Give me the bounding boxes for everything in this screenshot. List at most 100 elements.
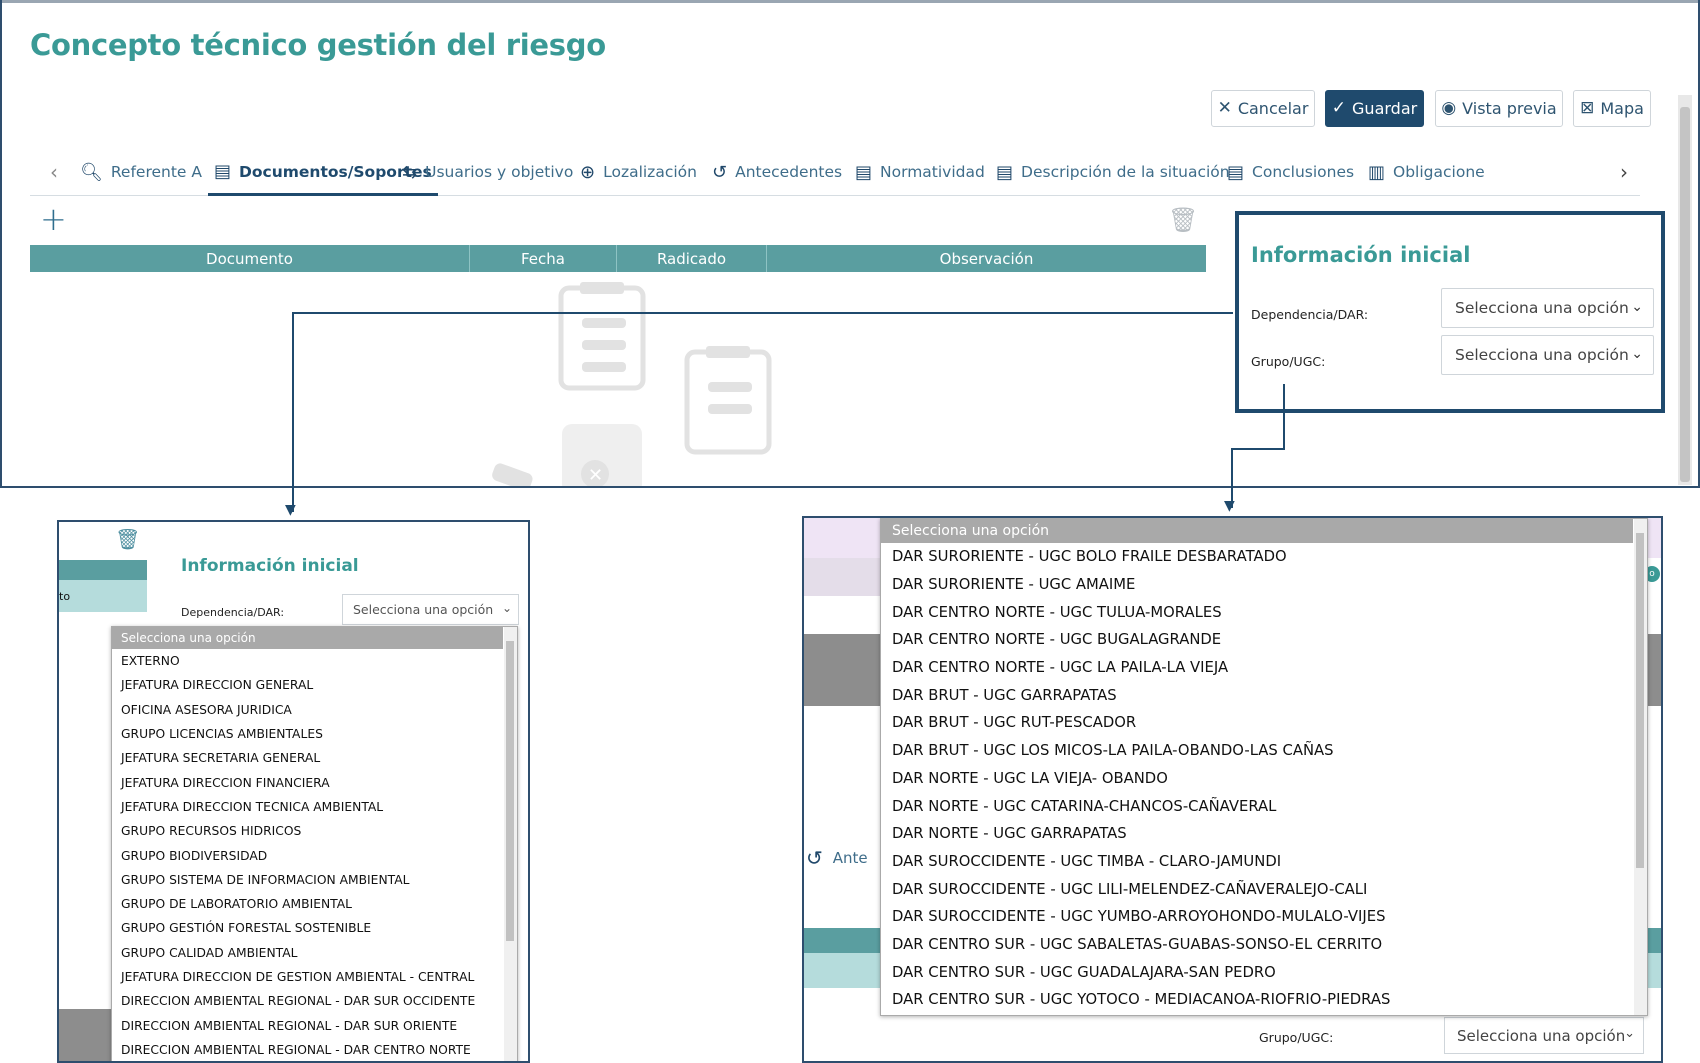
save-button[interactable]: ✓ Guardar	[1325, 90, 1424, 127]
list-item[interactable]: DAR BRUT - UGC RUT-PESCADOR	[881, 709, 1633, 737]
list-item[interactable]: GRUPO RECURSOS HIDRICOS	[112, 819, 503, 843]
preview-button[interactable]: ◉ Vista previa	[1435, 90, 1563, 127]
table-header-fragment	[59, 560, 147, 580]
list-item[interactable]: GRUPO LICENCIAS AMBIENTALES	[112, 722, 503, 746]
dropdown-scrollbar[interactable]	[1634, 519, 1647, 1015]
target-icon: ⊕	[580, 161, 596, 183]
tab-label: Referente A	[110, 163, 202, 181]
list-item[interactable]: DAR CENTRO SUR - UGC YOTOCO - MEDIACANOA…	[881, 986, 1633, 1014]
dependencia-label: Dependencia/DAR:	[181, 606, 285, 619]
scrollbar-thumb[interactable]	[1636, 533, 1644, 868]
trash-icon[interactable]: 🗑︎	[115, 527, 140, 551]
col-observacion[interactable]: Observación	[767, 245, 1206, 272]
dropdown-placeholder-option[interactable]: Selecciona una opción	[112, 627, 503, 649]
tab-label: Normatividad	[880, 163, 985, 181]
map-button[interactable]: ⊠ Mapa	[1573, 90, 1651, 127]
list-item[interactable]: DIRECCION AMBIENTAL REGIONAL - DAR SUR O…	[112, 989, 503, 1013]
list-item[interactable]: DAR NORTE - UGC GARRAPATAS	[881, 820, 1633, 848]
list-item[interactable]: DAR SURORIENTE - UGC BOLO FRAILE DESBARA…	[881, 543, 1633, 571]
tab-label: Descripción de la situación	[1021, 163, 1230, 181]
list-item[interactable]: DAR CENTRO NORTE - UGC LA PAILA-LA VIEJA	[881, 654, 1633, 682]
list-item[interactable]: EXTERNO	[112, 649, 503, 673]
tab-localizacion[interactable]: ⊕ Lozalización	[580, 150, 697, 194]
list-item[interactable]: GRUPO DE LABORATORIO AMBIENTAL	[112, 892, 503, 916]
list-item[interactable]: JEFATURA DIRECCION TECNICA AMBIENTAL	[112, 795, 503, 819]
tab-antecedentes[interactable]: ↺ Antecedentes	[712, 150, 842, 194]
list-item[interactable]: DAR SUROCCIDENTE - UGC LILI-MELENDEZ-CAÑ…	[881, 875, 1633, 903]
tab-usuarios[interactable]: ⇆ Usuarios y objetivo	[402, 150, 573, 194]
chevron-down-icon: ⌄	[1631, 299, 1643, 315]
tab-label: Lozalización	[603, 163, 697, 181]
grupo-select-value: Selecciona una opción	[1457, 1026, 1626, 1045]
col-documento[interactable]: Documento	[30, 245, 470, 272]
list-item[interactable]: DAR CENTRO SUR - UGC GUADALAJARA-SAN PED…	[881, 958, 1633, 986]
list-item[interactable]: DAR NORTE - UGC LA VIEJA- OBANDO	[881, 765, 1633, 793]
tab-label: Ante	[832, 849, 868, 867]
list-item[interactable]: DIRECCION AMBIENTAL REGIONAL - DAR CENTR…	[112, 1038, 503, 1061]
grupo-options-list[interactable]: Selecciona una opción DAR SURORIENTE - U…	[880, 518, 1648, 1016]
list-item[interactable]: DAR CENTRO NORTE - UGC TULUA-MORALES	[881, 598, 1633, 626]
list-item[interactable]: JEFATURA DIRECCION DE GESTION AMBIENTAL …	[112, 965, 503, 989]
list-item[interactable]: DAR SUROCCIDENTE - UGC YUMBO-ARROYOHONDO…	[881, 903, 1633, 931]
list-item[interactable]: JEFATURA SECRETARIA GENERAL	[112, 746, 503, 770]
list-item[interactable]: GRUPO SISTEMA DE INFORMACION AMBIENTAL	[112, 868, 503, 892]
tab-descripcion[interactable]: ▤ Descripción de la situación	[996, 150, 1230, 194]
list-item[interactable]: DAR BRUT - UGC LOS MICOS-LA PAILA-OBANDO…	[881, 737, 1633, 765]
cancel-button[interactable]: ✕ Cancelar	[1211, 90, 1315, 127]
dropdown-scrollbar[interactable]	[504, 627, 517, 1061]
col-radicado[interactable]: Radicado	[617, 245, 767, 272]
dependencia-label: Dependencia/DAR:	[1251, 307, 1369, 322]
map-label: Mapa	[1600, 99, 1644, 118]
dependencia-select[interactable]: Selecciona una opción ⌄	[342, 594, 519, 625]
save-label: Guardar	[1352, 99, 1418, 118]
connector-line	[292, 312, 1233, 314]
list-item[interactable]: DAR SUROCCIDENTE - UGC TIMBA - CLARO-JAM…	[881, 848, 1633, 876]
list-item[interactable]: OFICINA ASESORA JURIDICA	[112, 698, 503, 722]
tab-obligaciones[interactable]: ▥ Obligacione	[1368, 150, 1603, 194]
scrollbar-thumb[interactable]	[1680, 107, 1690, 482]
grupo-select[interactable]: Selecciona una opción ⌄	[1441, 335, 1654, 375]
list-item[interactable]: JEFATURA DIRECCION GENERAL	[112, 673, 503, 697]
cancel-label: Cancelar	[1237, 99, 1309, 118]
tab-label: Antecedentes	[735, 163, 843, 181]
dependencia-select[interactable]: Selecciona una opción ⌄	[1441, 288, 1654, 328]
history-icon: ↺	[712, 161, 728, 183]
trash-icon[interactable]: 🗑︎	[1168, 206, 1198, 234]
dropdown-placeholder-option[interactable]: Selecciona una opción	[881, 519, 1633, 543]
swap-arrows-icon: ⇆	[402, 161, 418, 183]
list-item[interactable]: DAR NORTE - UGC CATARINA-CHANCOS-CAÑAVER…	[881, 792, 1633, 820]
list-item[interactable]: GRUPO GESTIÓN FORESTAL SOSTENIBLE	[112, 916, 503, 940]
clipboard-icon: ▥	[1368, 161, 1386, 183]
tab-next-chevron-icon[interactable]: ›	[1620, 150, 1628, 194]
col-fecha[interactable]: Fecha	[470, 245, 617, 272]
tab-referente[interactable]: 🔍︎ Referente A	[80, 150, 202, 194]
page-title: Concepto técnico gestión del riesgo	[30, 28, 606, 62]
history-icon: ↺	[806, 846, 823, 870]
list-item[interactable]: DAR BRUT - UGC GARRAPATAS	[881, 681, 1633, 709]
eye-icon: ◉	[1441, 98, 1457, 118]
list-item[interactable]: DAR CENTRO NORTE - UGC BUGALAGRANDE	[881, 626, 1633, 654]
tab-conclusiones[interactable]: ▤ Conclusiones	[1227, 150, 1354, 194]
tab-antecedentes-fragment[interactable]: ↺ Ante	[806, 846, 868, 870]
list-item[interactable]: DAR SURORIENTE - UGC AMAIME	[881, 571, 1633, 599]
grupo-select[interactable]: Selecciona una opción ⌄	[1444, 1017, 1644, 1054]
list-item[interactable]: GRUPO BIODIVERSIDAD	[112, 843, 503, 867]
search-document-icon: 🔍︎	[80, 161, 103, 183]
zoom-dependencia-dropdown: 🗑︎ to Información inicial Dependencia/DA…	[57, 520, 530, 1063]
list-item[interactable]: DIRECCION AMBIENTAL REGIONAL - DAR SUR O…	[112, 1013, 503, 1037]
tab-normatividad[interactable]: ▤ Normatividad	[855, 150, 985, 194]
info-panel-title: Información inicial	[181, 556, 359, 576]
tab-prev-chevron-icon[interactable]: ‹	[50, 150, 58, 194]
connector-line	[1231, 448, 1285, 450]
list-item[interactable]: GRUPO CALIDAD AMBIENTAL	[112, 941, 503, 965]
add-document-plus-icon[interactable]: +	[40, 203, 67, 235]
info-panel: Información inicial Dependencia/DAR: Sel…	[1235, 211, 1665, 413]
scrollbar-thumb[interactable]	[506, 641, 514, 941]
document-icon: ▤	[1227, 161, 1245, 183]
dependencia-options-list[interactable]: Selecciona una opción EXTERNO JEFATURA D…	[111, 626, 518, 1061]
list-item[interactable]: DAR CENTRO SUR - UGC SABALETAS-GUABAS-SO…	[881, 931, 1633, 959]
info-panel-title: Información inicial	[1251, 243, 1471, 267]
list-item[interactable]: JEFATURA DIRECCION FINANCIERA	[112, 770, 503, 794]
documents-table-header: Documento Fecha Radicado Observación	[30, 245, 1206, 272]
main-scrollbar[interactable]	[1678, 95, 1692, 485]
